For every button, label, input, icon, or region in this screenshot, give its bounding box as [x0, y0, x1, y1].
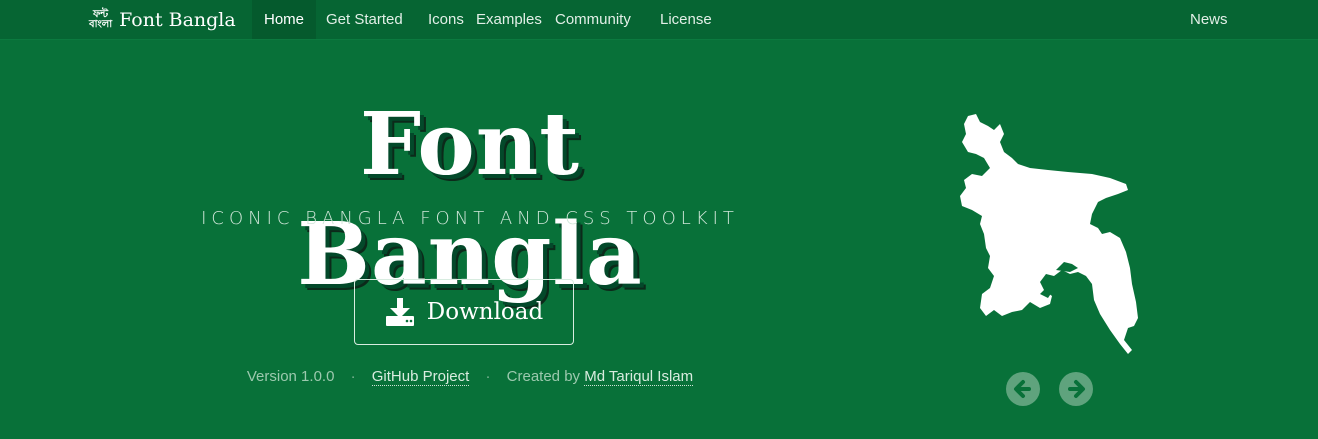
download-button[interactable]: Download — [354, 279, 574, 345]
github-project-link[interactable]: GitHub Project — [371, 368, 470, 386]
created-by-text: Created by — [506, 368, 581, 385]
brand-link[interactable]: ফন্ট বাংলা Font Bangla — [89, 0, 236, 39]
bangladesh-map-icon — [960, 114, 1138, 354]
version-text: Version 1.0.0 — [246, 368, 335, 385]
carousel-prev-icon[interactable] — [1006, 372, 1040, 406]
hero-meta: Version 1.0.0 · GitHub Project · Created… — [180, 368, 760, 386]
hero-title: Font Bangla — [297, 94, 643, 305]
meta-separator: · — [485, 368, 491, 385]
nav-item-community[interactable]: Community — [555, 0, 631, 39]
download-icon — [385, 298, 414, 326]
brand-logo-line2: বাংলা — [89, 18, 113, 30]
meta-separator: · — [350, 368, 356, 385]
nav-item-news[interactable]: News — [1190, 0, 1228, 39]
nav-item-examples[interactable]: Examples — [476, 0, 542, 39]
top-navbar: ফন্ট বাংলা Font Bangla Home Get Started … — [0, 0, 1318, 40]
nav-item-license[interactable]: License — [660, 0, 712, 39]
brand-name: Font Bangla — [119, 8, 236, 31]
nav-item-home[interactable]: Home — [252, 0, 316, 39]
brand-logo-line1: ফন্ট — [92, 8, 109, 20]
brand-logo: ফন্ট বাংলা — [89, 8, 113, 30]
download-button-label: Download — [426, 299, 544, 325]
nav-item-icons[interactable]: Icons — [428, 0, 464, 39]
hero-tagline: ICONIC BANGLA FONT AND CSS TOOLKIT — [201, 208, 739, 229]
carousel-next-icon[interactable] — [1059, 372, 1093, 406]
nav-item-get-started[interactable]: Get Started — [326, 0, 403, 39]
author-link[interactable]: Md Tariqul Islam — [584, 368, 694, 386]
